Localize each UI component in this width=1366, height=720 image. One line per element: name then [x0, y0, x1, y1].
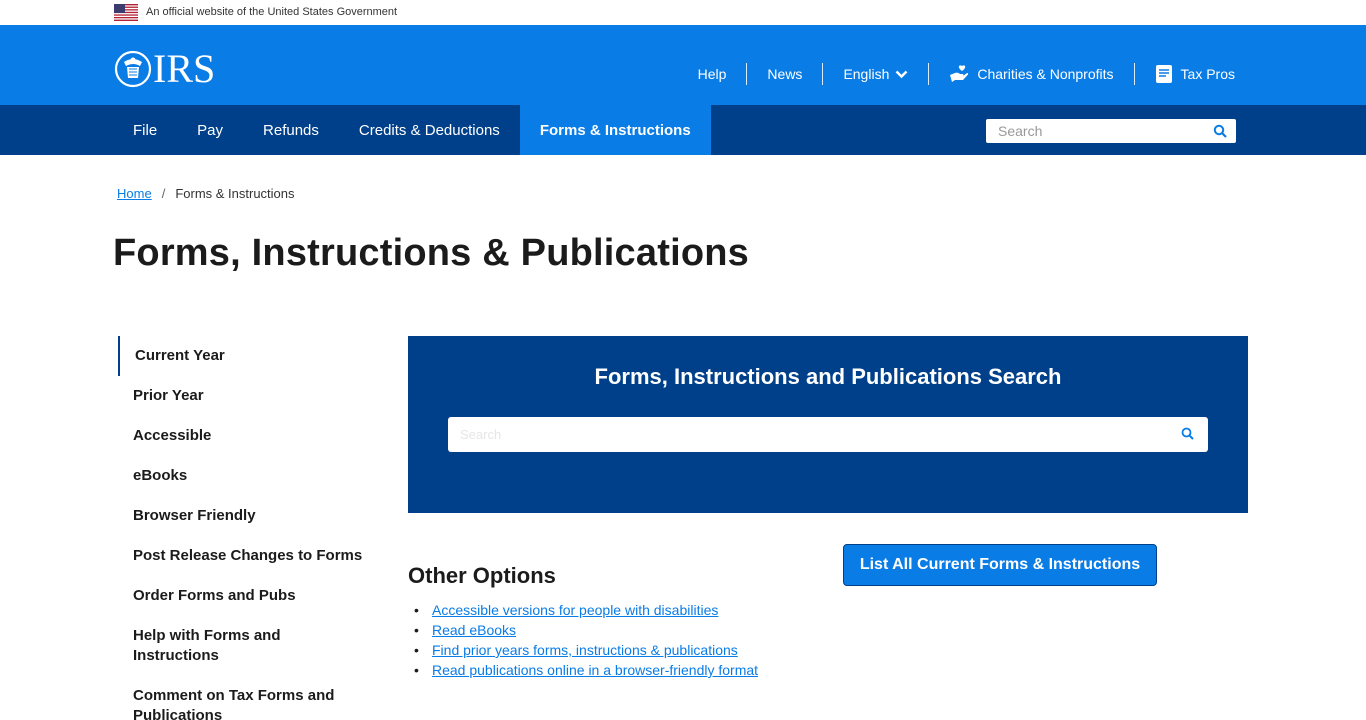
breadcrumb-current: Forms & Instructions: [175, 186, 295, 201]
tax-pros-label: Tax Pros: [1180, 66, 1235, 82]
prior-years-link[interactable]: Find prior years forms, instructions & p…: [432, 642, 738, 658]
nav-item-credits-deductions[interactable]: Credits & Deductions: [339, 105, 520, 155]
list-item: Find prior years forms, instructions & p…: [414, 640, 758, 660]
list-item: Accessible versions for people with disa…: [414, 600, 758, 620]
sidebar-item-ebooks[interactable]: eBooks: [118, 456, 368, 496]
language-selector[interactable]: English: [823, 64, 928, 84]
read-ebooks-link[interactable]: Read eBooks: [432, 622, 516, 638]
charities-label: Charities & Nonprofits: [977, 66, 1114, 82]
document-icon: [1155, 65, 1172, 83]
sidebar-item-browser-friendly[interactable]: Browser Friendly: [118, 496, 368, 536]
header-search-input[interactable]: [986, 119, 1206, 143]
breadcrumb-separator: /: [161, 186, 166, 201]
sidebar-item-comment[interactable]: Comment on Tax Forms and Publications: [118, 676, 368, 720]
sidebar-item-prior-year[interactable]: Prior Year: [118, 376, 368, 416]
irs-eagle-icon: [114, 50, 152, 88]
page-title: Forms, Instructions & Publications: [113, 232, 749, 274]
sidebar-item-help-with-forms[interactable]: Help with Forms and Instructions: [118, 616, 368, 676]
util-charities-link[interactable]: Charities & Nonprofits: [929, 64, 1133, 84]
site-header: IRS Help News English Charities & Nonpro…: [0, 25, 1366, 105]
utility-nav: Help News English Charities & Nonprofits…: [678, 63, 1235, 85]
language-label: English: [843, 66, 890, 82]
sidebar-item-order-forms[interactable]: Order Forms and Pubs: [118, 576, 368, 616]
nav-item-pay[interactable]: Pay: [177, 105, 243, 155]
list-all-forms-button[interactable]: List All Current Forms & Instructions: [843, 544, 1157, 586]
us-flag-icon: [114, 4, 138, 21]
sidebar-item-current-year[interactable]: Current Year: [118, 336, 368, 376]
sidebar-item-accessible[interactable]: Accessible: [118, 416, 368, 456]
list-item: Read eBooks: [414, 620, 758, 640]
breadcrumb-home-link[interactable]: Home: [117, 186, 152, 201]
irs-logo-text: IRS: [153, 46, 216, 91]
browser-friendly-link[interactable]: Read publications online in a browser-fr…: [432, 662, 758, 678]
gov-banner: An official website of the United States…: [0, 0, 1366, 25]
util-news-link[interactable]: News: [747, 64, 822, 84]
util-tax-pros-link[interactable]: Tax Pros: [1135, 64, 1235, 84]
other-options-title: Other Options: [408, 563, 556, 588]
list-item: Read publications online in a browser-fr…: [414, 660, 758, 680]
sidebar-item-post-release-changes[interactable]: Post Release Changes to Forms: [118, 536, 368, 576]
search-icon[interactable]: [1181, 427, 1194, 440]
divider: [746, 63, 748, 85]
main-nav-items: File Pay Refunds Credits & Deductions Fo…: [113, 105, 711, 155]
other-options-list: Accessible versions for people with disa…: [414, 600, 758, 680]
forms-search-panel: Forms, Instructions and Publications Sea…: [408, 336, 1248, 513]
header-search: [986, 119, 1236, 143]
charity-hand-icon: [950, 65, 969, 82]
search-panel-title: Forms, Instructions and Publications Sea…: [594, 364, 1062, 389]
sidebar-nav: Current Year Prior Year Accessible eBook…: [118, 336, 368, 720]
forms-search-box: [448, 417, 1208, 452]
search-icon[interactable]: [1213, 124, 1227, 138]
accessible-versions-link[interactable]: Accessible versions for people with disa…: [432, 602, 718, 618]
nav-item-file[interactable]: File: [113, 105, 177, 155]
irs-logo[interactable]: IRS: [114, 49, 215, 89]
divider: [1133, 63, 1135, 85]
breadcrumb: Home / Forms & Instructions: [117, 186, 295, 201]
divider: [928, 63, 930, 85]
nav-item-refunds[interactable]: Refunds: [243, 105, 339, 155]
forms-search-input[interactable]: [448, 417, 1168, 452]
util-help-link[interactable]: Help: [678, 64, 747, 84]
chevron-down-icon: [896, 70, 908, 78]
divider: [822, 63, 824, 85]
nav-item-forms-instructions[interactable]: Forms & Instructions: [519, 105, 711, 155]
gov-banner-text: An official website of the United States…: [146, 6, 398, 18]
main-nav: File Pay Refunds Credits & Deductions Fo…: [0, 105, 1366, 155]
